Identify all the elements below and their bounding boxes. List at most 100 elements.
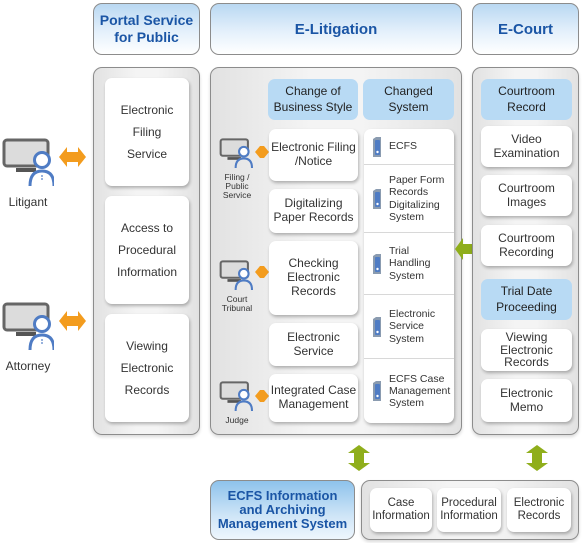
line: Courtroom bbox=[498, 83, 555, 98]
role-judge: Judge bbox=[219, 381, 255, 425]
business-integrated-case-management[interactable]: Integrated Case Management bbox=[269, 374, 358, 422]
line: Management System bbox=[217, 516, 348, 532]
elitigation-panel: Change of Business Style Changed System … bbox=[210, 67, 462, 435]
actor-litigant: Litigant bbox=[2, 138, 56, 209]
ecourt-courtroom-images[interactable]: Courtroom Images bbox=[481, 175, 572, 216]
line: Electronic bbox=[287, 270, 340, 285]
line: Electronic Filing bbox=[271, 140, 356, 155]
courtroom-record-header: Courtroom Record bbox=[481, 79, 572, 120]
line: Business Style bbox=[273, 99, 353, 114]
business-electronic-service[interactable]: Electronic Service bbox=[269, 323, 358, 366]
portal-service-viewing-records[interactable]: Viewing Electronic Records bbox=[105, 314, 189, 422]
line: ECFS Information bbox=[227, 487, 338, 503]
system-ecfs-case-management[interactable]: ECFS Case Management System bbox=[364, 359, 454, 423]
line: Memo bbox=[509, 399, 544, 414]
line: Access to bbox=[120, 221, 174, 235]
archive-procedural-information[interactable]: Procedural Information bbox=[437, 488, 501, 532]
line: Service bbox=[293, 343, 334, 358]
portal-service-procedural-info[interactable]: Access to Procedural Information bbox=[105, 196, 189, 304]
system-trial-handling[interactable]: Trial Handling System bbox=[364, 233, 454, 295]
column-header-changed-system: Changed System bbox=[363, 79, 454, 120]
business-checking-electronic-records[interactable]: Checking Electronic Records bbox=[269, 241, 358, 315]
line: Tribunal bbox=[221, 302, 253, 313]
line: Information bbox=[372, 510, 430, 522]
ecourt-panel: Courtroom Record Video Examination Court… bbox=[472, 67, 579, 435]
line: Service bbox=[389, 320, 425, 333]
line: Records bbox=[124, 383, 170, 397]
line: Electronic bbox=[389, 308, 436, 321]
role-filing-public-service: Filing / Public Service bbox=[219, 138, 255, 200]
line: System bbox=[389, 332, 425, 345]
line: Case bbox=[387, 496, 415, 509]
binder-icon bbox=[373, 136, 381, 157]
line: System bbox=[389, 210, 425, 223]
system-label: Trial Handling System bbox=[389, 245, 430, 281]
actor-attorney: Attorney bbox=[2, 302, 56, 373]
line: Integrated Case bbox=[270, 383, 357, 398]
portal-service-electronic-filing[interactable]: Electronic Filing Service bbox=[105, 78, 189, 186]
line: Service bbox=[222, 189, 252, 200]
ecourt-courtroom-recording[interactable]: Courtroom Recording bbox=[481, 225, 572, 266]
line: Records bbox=[389, 186, 429, 199]
line: Management bbox=[278, 397, 349, 411]
line: Electronic bbox=[287, 329, 340, 344]
user-computer-icon bbox=[219, 138, 254, 169]
archive-case-information[interactable]: Case Information bbox=[370, 488, 432, 532]
line: Electronic bbox=[120, 103, 174, 117]
binder-icon bbox=[373, 188, 381, 209]
line: Service bbox=[126, 147, 167, 161]
ecourt-electronic-memo[interactable]: Electronic Memo bbox=[481, 379, 572, 422]
line: Procedural bbox=[117, 243, 177, 257]
user-computer-icon bbox=[2, 302, 56, 351]
system-label: Paper Form Records Digitalizing System bbox=[389, 174, 444, 222]
ecourt-video-examination[interactable]: Video Examination bbox=[481, 126, 572, 167]
ecourt-title: E-Court bbox=[498, 20, 553, 38]
system-label: ECFS bbox=[389, 140, 417, 152]
line: Procedural bbox=[441, 496, 497, 509]
portal-title-line1: Portal Service bbox=[99, 12, 194, 29]
elitigation-title: E-Litigation bbox=[294, 20, 378, 38]
business-electronic-filing-notice[interactable]: Electronic Filing /Notice bbox=[269, 129, 358, 181]
line: Records bbox=[504, 355, 549, 370]
role-label: Filing / Public Service bbox=[219, 173, 255, 200]
line: Checking bbox=[288, 256, 339, 271]
line: Paper Records bbox=[273, 210, 354, 224]
line: Trial Date bbox=[500, 283, 553, 298]
binder-icon bbox=[373, 253, 381, 274]
system-paper-form-records[interactable]: Paper Form Records Digitalizing System bbox=[364, 165, 454, 233]
ecourt-header: E-Court bbox=[472, 3, 579, 55]
portal-panel: Electronic Filing Service Access to Proc… bbox=[93, 67, 200, 435]
line: Digitalizing bbox=[284, 196, 343, 211]
line: Paper Form bbox=[389, 174, 445, 187]
bidirectional-arrow-icon bbox=[255, 390, 269, 402]
role-label: Court Tribunal bbox=[219, 295, 255, 313]
line: Filing bbox=[132, 125, 162, 139]
user-computer-icon bbox=[219, 381, 254, 412]
line: Proceeding bbox=[496, 299, 557, 314]
line: /Notice bbox=[294, 154, 333, 168]
ecourt-viewing-electronic-records[interactable]: Viewing Electronic Records bbox=[481, 329, 572, 371]
column-header-business-style: Change of Business Style bbox=[268, 79, 358, 120]
binder-icon bbox=[373, 381, 381, 401]
line: Records bbox=[517, 510, 561, 522]
role-court-tribunal: Court Tribunal bbox=[219, 260, 255, 313]
line: System bbox=[389, 269, 425, 282]
system-electronic-service[interactable]: Electronic Service System bbox=[364, 295, 454, 359]
line: Information bbox=[116, 265, 178, 279]
user-computer-icon bbox=[2, 138, 56, 187]
business-digitalizing-paper-records[interactable]: Digitalizing Paper Records bbox=[269, 189, 358, 233]
line: Electronic bbox=[120, 361, 174, 375]
line: and Archiving bbox=[239, 501, 326, 517]
bidirectional-arrow-icon bbox=[255, 146, 269, 158]
system-ecfs[interactable]: ECFS bbox=[364, 129, 454, 165]
line: Viewing bbox=[126, 339, 168, 353]
line: Courtroom bbox=[498, 230, 555, 245]
line: Management bbox=[389, 384, 451, 397]
binder-icon bbox=[373, 316, 381, 337]
bidirectional-arrow-icon bbox=[526, 445, 548, 471]
system-label: ECFS Case Management System bbox=[389, 373, 450, 409]
line: Examination bbox=[493, 145, 560, 160]
line: Viewing bbox=[505, 330, 548, 345]
archive-electronic-records[interactable]: Electronic Records bbox=[507, 488, 571, 532]
actor-attorney-label: Attorney bbox=[5, 359, 51, 373]
